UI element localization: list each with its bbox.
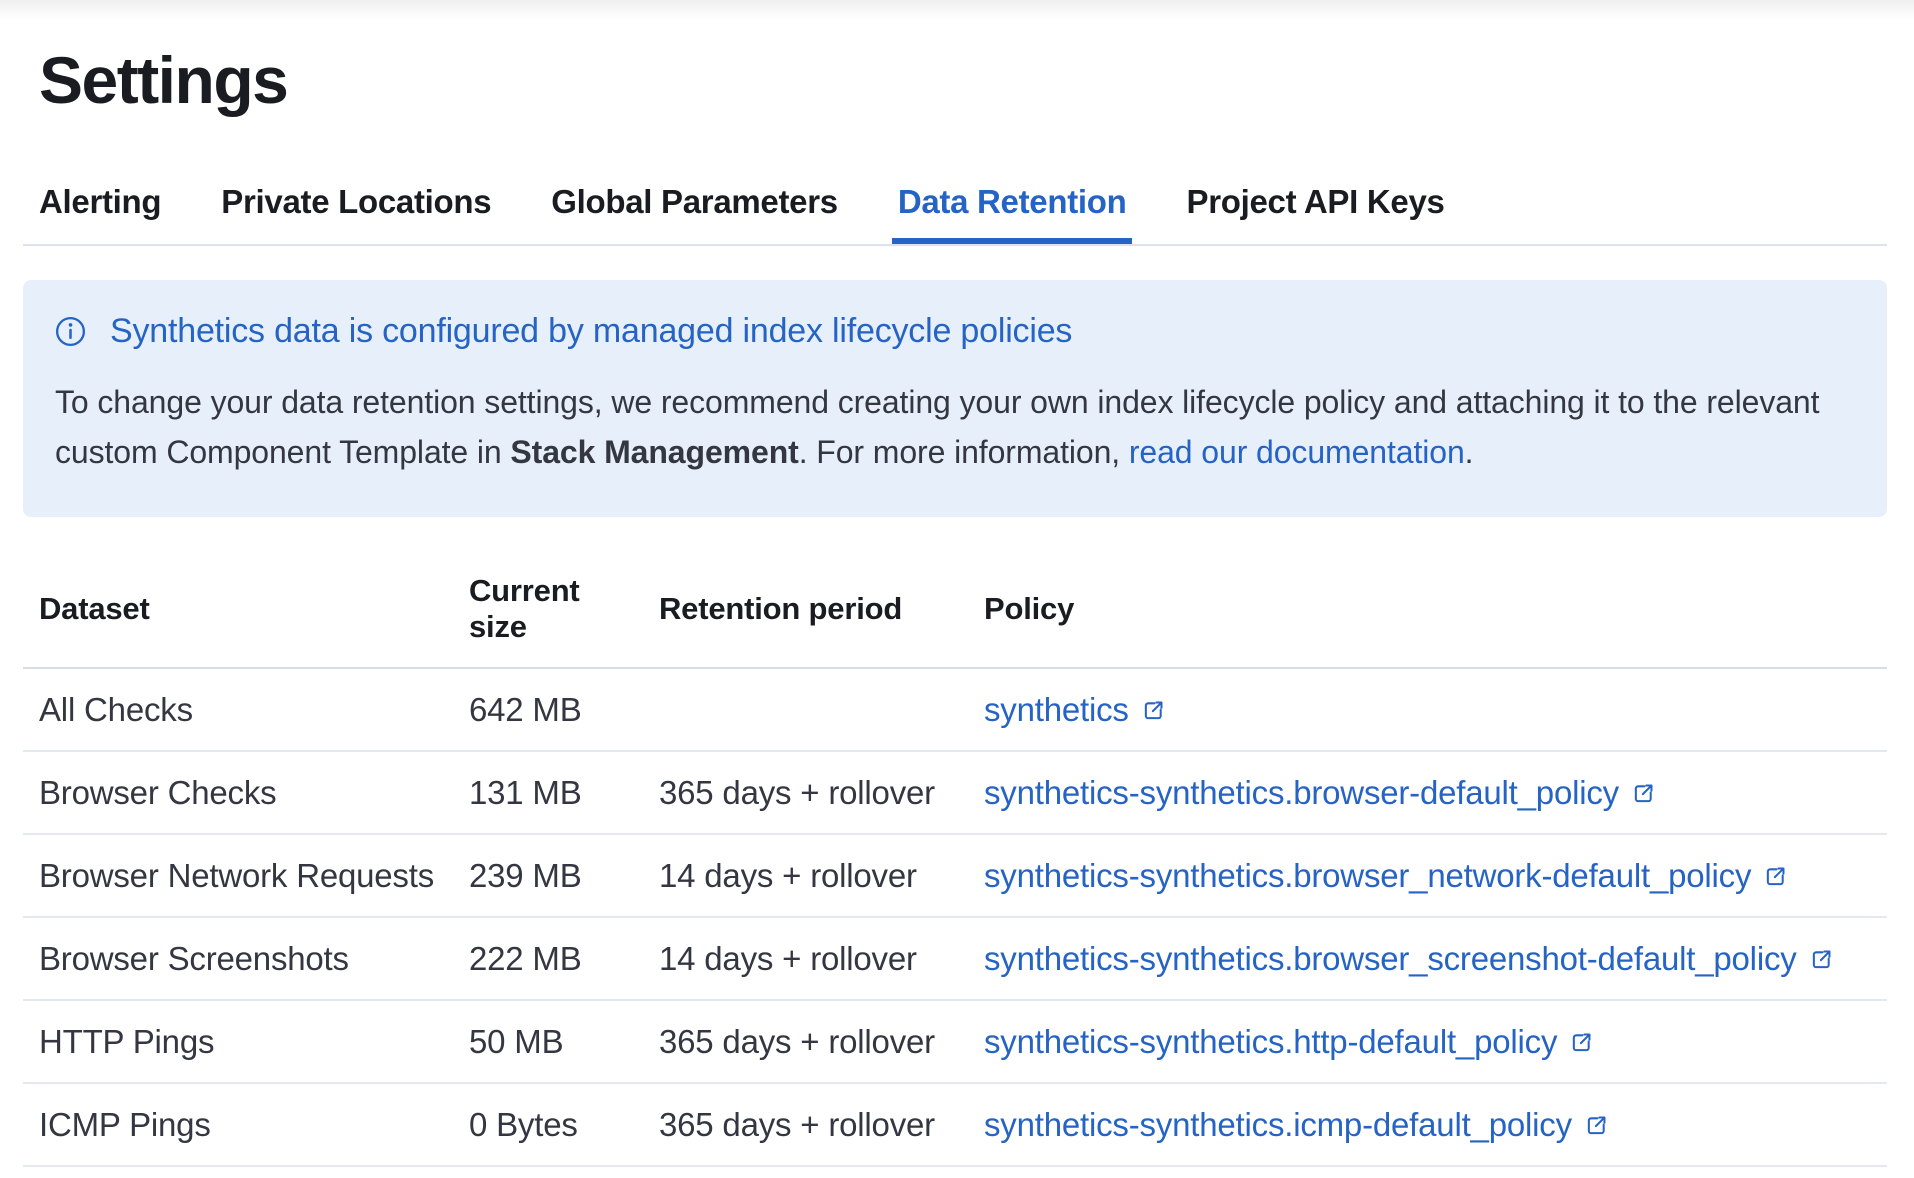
settings-page: Settings Alerting Private Locations Glob… bbox=[23, 42, 1887, 1178]
table-header-row: Dataset Current size Retention period Po… bbox=[23, 557, 1887, 669]
external-link-icon bbox=[1141, 698, 1166, 723]
policy-cell: synthetics-synthetics.tcp-default_policy bbox=[968, 1167, 1887, 1178]
current-size-cell: 0 Bytes bbox=[453, 1084, 643, 1165]
column-header: Current size bbox=[453, 557, 643, 667]
current-size-cell: 50 MB bbox=[453, 1001, 643, 1082]
dataset-cell: Browser Checks bbox=[23, 752, 453, 833]
policy-link[interactable]: synthetics bbox=[984, 691, 1166, 729]
data-retention-table: Dataset Current size Retention period Po… bbox=[23, 557, 1887, 1178]
tab-alerting[interactable]: Alerting bbox=[33, 182, 167, 244]
policy-cell: synthetics-synthetics.browser_network-de… bbox=[968, 835, 1887, 916]
dataset-cell: ICMP Pings bbox=[23, 1084, 453, 1165]
table-body: All Checks 642 MB synthetics Browser Che… bbox=[23, 669, 1887, 1178]
table-row: All Checks 642 MB synthetics bbox=[23, 669, 1887, 752]
table-row: ICMP Pings 0 Bytes 365 days + rollover s… bbox=[23, 1084, 1887, 1167]
top-scroll-fade bbox=[0, 0, 1914, 20]
tab-label: Project API Keys bbox=[1186, 183, 1444, 220]
table-row: Browser Screenshots 222 MB 14 days + rol… bbox=[23, 918, 1887, 1001]
info-in-circle-icon bbox=[55, 316, 86, 347]
table-row: Browser Checks 131 MB 365 days + rollove… bbox=[23, 752, 1887, 835]
table-row: HTTP Pings 50 MB 365 days + rollover syn… bbox=[23, 1001, 1887, 1084]
external-link-icon bbox=[1809, 947, 1834, 972]
external-link-icon bbox=[1763, 864, 1788, 889]
retention-period-cell: 365 days + rollover bbox=[643, 1001, 968, 1082]
callout-body-end: . bbox=[1465, 434, 1474, 470]
data-retention-callout: Synthetics data is configured by managed… bbox=[23, 280, 1887, 517]
retention-period-cell bbox=[643, 669, 968, 750]
current-size-cell: 222 MB bbox=[453, 918, 643, 999]
callout-body-mid: . For more information, bbox=[799, 434, 1129, 470]
tab-private-locations[interactable]: Private Locations bbox=[215, 182, 497, 244]
tab-label: Private Locations bbox=[221, 183, 491, 220]
policy-link-label: synthetics-synthetics.browser-default_po… bbox=[984, 774, 1619, 812]
external-link-icon bbox=[1584, 1113, 1609, 1138]
dataset-cell: HTTP Pings bbox=[23, 1001, 453, 1082]
policy-link-label: synthetics bbox=[984, 691, 1129, 729]
policy-link[interactable]: synthetics-synthetics.browser-default_po… bbox=[984, 774, 1656, 812]
tab-data-retention[interactable]: Data Retention bbox=[892, 182, 1133, 244]
current-size-cell: 642 MB bbox=[453, 669, 643, 750]
policy-cell: synthetics-synthetics.icmp-default_polic… bbox=[968, 1084, 1887, 1165]
read-documentation-link[interactable]: read our documentation bbox=[1129, 434, 1465, 470]
page-title: Settings bbox=[39, 42, 1887, 118]
callout-body: To change your data retention settings, … bbox=[55, 377, 1853, 477]
policy-link[interactable]: synthetics-synthetics.browser_network-de… bbox=[984, 857, 1788, 895]
retention-period-cell: 365 days + rollover bbox=[643, 752, 968, 833]
policy-link[interactable]: synthetics-synthetics.browser_screenshot… bbox=[984, 940, 1834, 978]
tab-label: Alerting bbox=[39, 183, 161, 220]
dataset-cell: TCP Pings bbox=[23, 1167, 453, 1178]
tab-label: Data Retention bbox=[898, 183, 1127, 220]
policy-link-label: synthetics-synthetics.browser_screenshot… bbox=[984, 940, 1797, 978]
retention-period-cell: 14 days + rollover bbox=[643, 835, 968, 916]
policy-link-label: synthetics-synthetics.browser_network-de… bbox=[984, 857, 1751, 895]
retention-period-cell: 365 days + rollover bbox=[643, 1084, 968, 1165]
column-header: Dataset bbox=[23, 575, 453, 649]
callout-title: Synthetics data is configured by managed… bbox=[110, 312, 1072, 351]
table-row: Browser Network Requests 239 MB 14 days … bbox=[23, 835, 1887, 918]
table-row: TCP Pings 0 Bytes 365 days + rollover sy… bbox=[23, 1167, 1887, 1178]
policy-link-label: synthetics-synthetics.icmp-default_polic… bbox=[984, 1106, 1572, 1144]
current-size-cell: 131 MB bbox=[453, 752, 643, 833]
column-header: Policy bbox=[968, 575, 1887, 649]
tab-global-parameters[interactable]: Global Parameters bbox=[545, 182, 844, 244]
dataset-cell: Browser Network Requests bbox=[23, 835, 453, 916]
callout-header: Synthetics data is configured by managed… bbox=[55, 312, 1853, 351]
external-link-icon bbox=[1631, 781, 1656, 806]
policy-link-label: synthetics-synthetics.http-default_polic… bbox=[984, 1023, 1557, 1061]
dataset-cell: Browser Screenshots bbox=[23, 918, 453, 999]
tab-project-api-keys[interactable]: Project API Keys bbox=[1180, 182, 1450, 244]
retention-period-cell: 14 days + rollover bbox=[643, 918, 968, 999]
policy-cell: synthetics-synthetics.browser-default_po… bbox=[968, 752, 1887, 833]
policy-cell: synthetics-synthetics.http-default_polic… bbox=[968, 1001, 1887, 1082]
policy-cell: synthetics bbox=[968, 669, 1887, 750]
current-size-cell: 239 MB bbox=[453, 835, 643, 916]
settings-tab-bar: Alerting Private Locations Global Parame… bbox=[23, 182, 1887, 246]
external-link-icon bbox=[1569, 1030, 1594, 1055]
retention-period-cell: 365 days + rollover bbox=[643, 1167, 968, 1178]
policy-link[interactable]: synthetics-synthetics.icmp-default_polic… bbox=[984, 1106, 1609, 1144]
dataset-cell: All Checks bbox=[23, 669, 453, 750]
tab-label: Global Parameters bbox=[551, 183, 838, 220]
column-header: Retention period bbox=[643, 575, 968, 649]
current-size-cell: 0 Bytes bbox=[453, 1167, 643, 1178]
policy-link[interactable]: synthetics-synthetics.http-default_polic… bbox=[984, 1023, 1594, 1061]
callout-body-bold: Stack Management bbox=[510, 434, 798, 470]
policy-cell: synthetics-synthetics.browser_screenshot… bbox=[968, 918, 1887, 999]
